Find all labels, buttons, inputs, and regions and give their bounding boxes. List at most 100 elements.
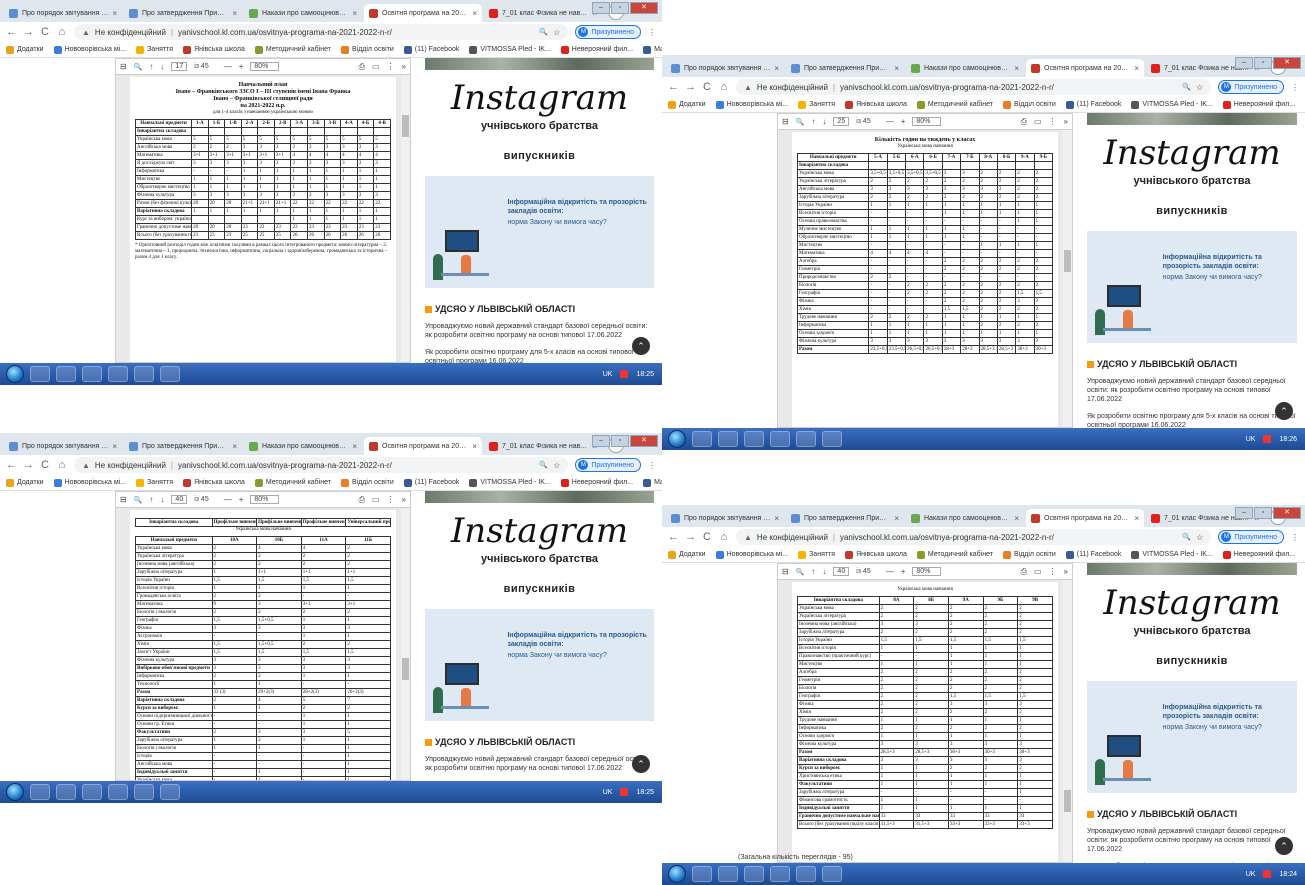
page-number-input[interactable]: 40 bbox=[171, 495, 188, 504]
taskbar-app-icon[interactable] bbox=[108, 366, 128, 382]
browser-tab[interactable]: Про порядок звітування керів × bbox=[666, 509, 784, 527]
zoom-in-button[interactable]: + bbox=[239, 62, 244, 71]
fit-page-icon[interactable]: ▭ bbox=[1034, 117, 1042, 126]
pdf-scrollbar[interactable] bbox=[1063, 580, 1072, 862]
language-indicator[interactable]: UK bbox=[1246, 871, 1256, 878]
scroll-top-icon[interactable]: ⌃ bbox=[632, 337, 650, 355]
bookmark-item[interactable]: VITMOSSA Pled - IK... bbox=[469, 478, 551, 487]
forward-button[interactable]: → bbox=[685, 531, 696, 543]
tab-close-icon[interactable]: × bbox=[472, 9, 477, 18]
more-icon[interactable]: ⋮ bbox=[1049, 117, 1057, 126]
language-indicator[interactable]: UK bbox=[603, 789, 613, 796]
browser-tab[interactable]: Про затвердження Примірно × bbox=[124, 437, 242, 455]
bookmark-item[interactable]: Нововорівська мі... bbox=[715, 550, 788, 559]
fit-page-icon[interactable]: ▭ bbox=[372, 495, 380, 504]
openness-banner[interactable]: Інформаційна відкритість та прозорість з… bbox=[425, 176, 654, 288]
maximize-button[interactable]: ▫ bbox=[1254, 57, 1272, 69]
back-button[interactable]: ← bbox=[668, 81, 679, 93]
taskbar-app-icon[interactable] bbox=[56, 784, 76, 800]
zoom-select[interactable]: 80% bbox=[250, 62, 280, 71]
news-heading[interactable]: УДСЯО У ЛЬВІВСЬКІЙ ОБЛАСТІ bbox=[425, 304, 654, 314]
tab-close-icon[interactable]: × bbox=[232, 442, 237, 451]
bookmark-item[interactable]: Янівська школа bbox=[845, 100, 907, 109]
bookmark-item[interactable]: Додатки bbox=[668, 100, 706, 109]
url-field[interactable]: ▲ Не конфіденційний | yanivschool.kl.com.ua… bbox=[736, 529, 1212, 545]
print-icon[interactable]: ⎙ bbox=[1021, 567, 1027, 577]
fit-page-icon[interactable]: ▭ bbox=[1034, 567, 1042, 576]
browser-tab[interactable]: Освітня програма на 2021-20 × bbox=[364, 437, 482, 455]
start-button[interactable] bbox=[6, 783, 24, 801]
scrollbar-thumb[interactable] bbox=[1064, 790, 1071, 812]
tab-close-icon[interactable]: × bbox=[112, 9, 117, 18]
minimize-button[interactable]: – bbox=[1235, 507, 1253, 519]
back-button[interactable]: ← bbox=[6, 26, 17, 38]
news-heading[interactable]: УДСЯО У ЛЬВІВСЬКІЙ ОБЛАСТІ bbox=[1087, 809, 1297, 819]
print-icon[interactable]: ⎙ bbox=[359, 495, 365, 505]
bookmark-item[interactable]: Неверояний фил... bbox=[560, 478, 633, 487]
reload-button[interactable]: C bbox=[702, 531, 712, 543]
bookmark-item[interactable]: (11) Facebook bbox=[403, 478, 459, 487]
bookmark-item[interactable]: Відділ освіти bbox=[1002, 100, 1056, 109]
bookmark-item[interactable]: Янівська школа bbox=[183, 478, 245, 487]
browser-tab[interactable]: Накази про самооцінювання × bbox=[906, 509, 1024, 527]
prev-page-icon[interactable]: ↑ bbox=[149, 495, 153, 504]
forward-button[interactable]: → bbox=[23, 26, 34, 38]
tab-close-icon[interactable]: × bbox=[774, 64, 779, 73]
bookmark-item[interactable]: Додатки bbox=[6, 478, 44, 487]
scroll-top-icon[interactable]: ⌃ bbox=[1275, 837, 1293, 855]
clock[interactable]: 18:24 bbox=[1279, 871, 1297, 878]
news-link[interactable]: Упроваджуємо новий державний стандарт ба… bbox=[1087, 827, 1297, 854]
zoom-select[interactable]: 80% bbox=[250, 495, 280, 504]
bookmark-star-icon[interactable]: ☆ bbox=[1196, 83, 1203, 92]
taskbar-app-icon[interactable] bbox=[822, 431, 842, 447]
instagram-widget[interactable]: Instagram учнівського братства випускників bbox=[425, 78, 654, 162]
url-field[interactable]: ▲ Не конфіденційний | yanivschool.kl.com.ua… bbox=[74, 457, 569, 473]
search-icon[interactable]: 🔍 bbox=[134, 63, 143, 71]
reload-button[interactable]: C bbox=[40, 459, 50, 471]
bookmark-item[interactable]: Нововорівська мі... bbox=[715, 100, 788, 109]
bookmark-item[interactable]: Заняття bbox=[798, 550, 835, 559]
bookmark-item[interactable]: Нововорівська мі... bbox=[53, 45, 126, 54]
bookmark-item[interactable]: Заняття bbox=[136, 478, 173, 487]
tab-close-icon[interactable]: × bbox=[1134, 514, 1139, 523]
tab-close-icon[interactable]: × bbox=[894, 64, 899, 73]
language-indicator[interactable]: UK bbox=[603, 371, 613, 378]
back-button[interactable]: ← bbox=[668, 531, 679, 543]
bookmark-item[interactable]: Нововорівська мі... bbox=[53, 478, 126, 487]
sidebar-toggle-icon[interactable]: ⊟ bbox=[120, 62, 127, 71]
search-icon[interactable]: 🔍 bbox=[796, 568, 805, 576]
browser-tab[interactable]: Накази про самооцінювання × bbox=[244, 4, 362, 22]
taskbar-app-icon[interactable] bbox=[134, 784, 154, 800]
news-link[interactable]: Упроваджуємо новий державний стандарт ба… bbox=[425, 322, 654, 340]
close-window-button[interactable]: ✕ bbox=[1273, 57, 1301, 69]
bookmark-item[interactable]: Янівська школа bbox=[845, 550, 907, 559]
bookmark-item[interactable]: Відділ освіти bbox=[340, 478, 394, 487]
zoom-select[interactable]: 80% bbox=[912, 117, 942, 126]
taskbar-app-icon[interactable] bbox=[770, 431, 790, 447]
action-center-flag-icon[interactable] bbox=[1263, 435, 1272, 443]
page-number-input[interactable]: 17 bbox=[171, 62, 188, 71]
fit-page-icon[interactable]: ▭ bbox=[372, 62, 380, 71]
taskbar-app-icon[interactable] bbox=[134, 366, 154, 382]
taskbar-app-icon[interactable] bbox=[744, 431, 764, 447]
pdf-scrollbar[interactable] bbox=[401, 75, 410, 362]
bookmark-item[interactable]: (11) Facebook bbox=[1065, 100, 1121, 109]
news-link[interactable]: Упроваджуємо новий державний стандарт ба… bbox=[1087, 377, 1297, 404]
taskbar-app-icon[interactable] bbox=[718, 866, 738, 882]
profile-button[interactable]: M Призупинено bbox=[1218, 80, 1284, 94]
back-button[interactable]: ← bbox=[6, 459, 17, 471]
bookmark-item[interactable]: Заняття bbox=[136, 45, 173, 54]
taskbar-app-icon[interactable] bbox=[744, 866, 764, 882]
taskbar-app-icon[interactable] bbox=[796, 431, 816, 447]
tab-close-icon[interactable]: × bbox=[894, 514, 899, 523]
print-icon[interactable]: ⎙ bbox=[1021, 117, 1027, 127]
bookmark-item[interactable]: VITMOSSA Pled - IK... bbox=[469, 45, 551, 54]
openness-banner[interactable]: Інформаційна відкритість та прозорість з… bbox=[425, 609, 654, 721]
browser-tab[interactable]: Накази про самооцінювання × bbox=[906, 59, 1024, 77]
scroll-top-icon[interactable]: ⌃ bbox=[632, 755, 650, 773]
instagram-widget[interactable]: Instagram учнівського братства випускників bbox=[425, 511, 654, 595]
tab-close-icon[interactable]: × bbox=[774, 514, 779, 523]
start-button[interactable] bbox=[668, 865, 686, 883]
minimize-button[interactable]: – bbox=[1235, 57, 1253, 69]
bookmark-item[interactable]: Методичний кабінет bbox=[916, 550, 993, 559]
